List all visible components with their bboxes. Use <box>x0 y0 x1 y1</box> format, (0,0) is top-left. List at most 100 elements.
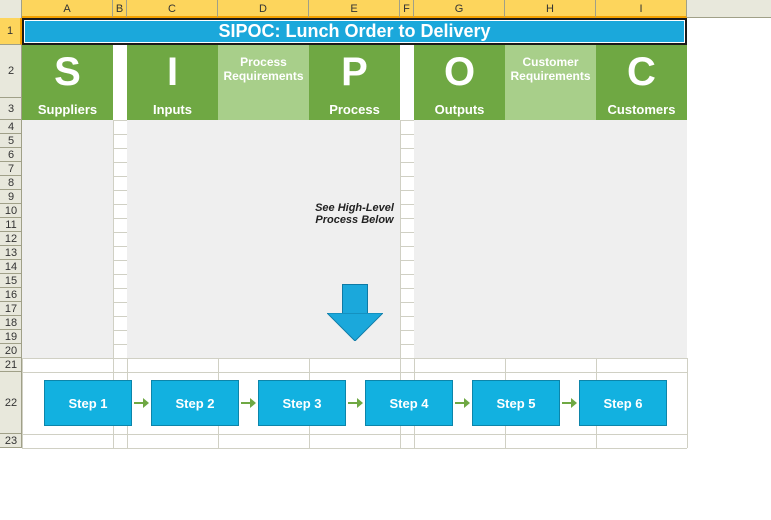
sipoc-letter-text: I <box>167 52 178 92</box>
row-header-12[interactable]: 12 <box>0 232 22 246</box>
column-header-F[interactable]: F <box>400 0 414 18</box>
sipoc-label-text: Process <box>329 102 380 117</box>
row-header-column: 1234567891011121314151617181920212223 <box>0 18 22 448</box>
req-line1: Customer <box>522 55 578 69</box>
arrow-line <box>562 402 571 404</box>
arrow-line <box>241 402 250 404</box>
sipoc-letter-I: I <box>127 45 218 98</box>
step-box-4[interactable]: Step 4 <box>365 380 453 426</box>
sipoc-title-bar: SIPOC: Lunch Order to Delivery <box>24 20 685 43</box>
sipoc-label-text: Customers <box>608 102 676 117</box>
column-header-I[interactable]: I <box>596 0 687 18</box>
sipoc-label-customers: Customers <box>596 98 687 120</box>
row-header-13[interactable]: 13 <box>0 246 22 260</box>
column-header-D[interactable]: D <box>218 0 309 18</box>
sipoc-letter-O: O <box>414 45 505 98</box>
row-header-15[interactable]: 15 <box>0 274 22 288</box>
step-label: Step 6 <box>603 396 642 411</box>
sipoc-process-requirements-header: ProcessRequirements <box>218 45 309 120</box>
arrow-stem <box>342 284 368 314</box>
row-header-2[interactable]: 2 <box>0 45 22 98</box>
row-header-14[interactable]: 14 <box>0 260 22 274</box>
arrow-head-icon <box>143 398 149 408</box>
step-label: Step 1 <box>68 396 107 411</box>
sipoc-body-outputs <box>414 120 505 358</box>
sipoc-letter-P: P <box>309 45 400 98</box>
row-header-22[interactable]: 22 <box>0 372 22 434</box>
column-header-H[interactable]: H <box>505 0 596 18</box>
step-arrow-4 <box>455 398 470 408</box>
step-label: Step 4 <box>389 396 428 411</box>
step-box-3[interactable]: Step 3 <box>258 380 346 426</box>
step-arrow-2 <box>241 398 256 408</box>
column-header-row: ABCDEFGHI <box>0 0 771 18</box>
arrow-head-icon <box>250 398 256 408</box>
row-header-7[interactable]: 7 <box>0 162 22 176</box>
sipoc-letter-text: O <box>444 52 475 92</box>
row-header-6[interactable]: 6 <box>0 148 22 162</box>
row-header-17[interactable]: 17 <box>0 302 22 316</box>
sipoc-label-suppliers: Suppliers <box>22 98 113 120</box>
step-box-5[interactable]: Step 5 <box>472 380 560 426</box>
step-arrow-3 <box>348 398 363 408</box>
row-header-21[interactable]: 21 <box>0 358 22 372</box>
process-note-line2: Process Below <box>309 214 400 226</box>
row-header-8[interactable]: 8 <box>0 176 22 190</box>
process-note-line1: See High-Level <box>309 202 400 214</box>
row-header-18[interactable]: 18 <box>0 316 22 330</box>
sipoc-title-text: SIPOC: Lunch Order to Delivery <box>218 21 490 42</box>
column-header-G[interactable]: G <box>414 0 505 18</box>
row-header-10[interactable]: 10 <box>0 204 22 218</box>
row-header-16[interactable]: 16 <box>0 288 22 302</box>
row-header-19[interactable]: 19 <box>0 330 22 344</box>
sipoc-letter-S: S <box>22 45 113 98</box>
sipoc-body-inputs <box>127 120 218 358</box>
sipoc-body-customers <box>596 120 687 358</box>
step-arrow-1 <box>134 398 149 408</box>
column-header-C[interactable]: C <box>127 0 218 18</box>
row-header-4[interactable]: 4 <box>0 120 22 134</box>
row-header-3[interactable]: 3 <box>0 98 22 120</box>
row-header-23[interactable]: 23 <box>0 434 22 448</box>
column-header-B[interactable]: B <box>113 0 127 18</box>
column-header-A[interactable]: A <box>22 0 113 18</box>
column-header-E[interactable]: E <box>309 0 400 18</box>
row-header-1[interactable]: 1 <box>0 18 22 45</box>
down-arrow-shape[interactable] <box>327 284 383 342</box>
sipoc-body-process-requirements <box>218 120 309 358</box>
sipoc-letter-text: C <box>627 52 656 92</box>
step-box-6[interactable]: Step 6 <box>579 380 667 426</box>
step-box-1[interactable]: Step 1 <box>44 380 132 426</box>
sipoc-letter-text: S <box>54 52 81 92</box>
req-line2: Requirements <box>223 69 303 83</box>
arrow-head-icon <box>357 398 363 408</box>
step-label: Step 5 <box>496 396 535 411</box>
sipoc-label-text: Inputs <box>153 102 192 117</box>
arrow-head-icon <box>464 398 470 408</box>
row-header-20[interactable]: 20 <box>0 344 22 358</box>
req-line2: Requirements <box>510 69 590 83</box>
row-header-9[interactable]: 9 <box>0 190 22 204</box>
arrow-head-icon <box>571 398 577 408</box>
cell-grid[interactable]: SIPOC: Lunch Order to Delivery S Supplier… <box>22 18 771 520</box>
row-header-11[interactable]: 11 <box>0 218 22 232</box>
sipoc-label-text: Outputs <box>435 102 485 117</box>
row-header-5[interactable]: 5 <box>0 134 22 148</box>
req-line1: Process <box>240 55 287 69</box>
sipoc-label-process: Process <box>309 98 400 120</box>
select-all-corner[interactable] <box>0 0 22 18</box>
sipoc-label-outputs: Outputs <box>414 98 505 120</box>
process-note: See High-Level Process Below <box>309 202 400 226</box>
sipoc-letter-text: P <box>341 52 368 92</box>
step-label: Step 3 <box>282 396 321 411</box>
sipoc-body-customer-requirements <box>505 120 596 358</box>
step-label: Step 2 <box>175 396 214 411</box>
arrow-line <box>455 402 464 404</box>
sipoc-customer-requirements-header: CustomerRequirements <box>505 45 596 120</box>
arrow-line <box>348 402 357 404</box>
sipoc-body-suppliers <box>22 120 113 358</box>
sipoc-label-text: Suppliers <box>38 102 97 117</box>
step-box-2[interactable]: Step 2 <box>151 380 239 426</box>
arrow-head <box>327 313 383 341</box>
sipoc-letter-C: C <box>596 45 687 98</box>
